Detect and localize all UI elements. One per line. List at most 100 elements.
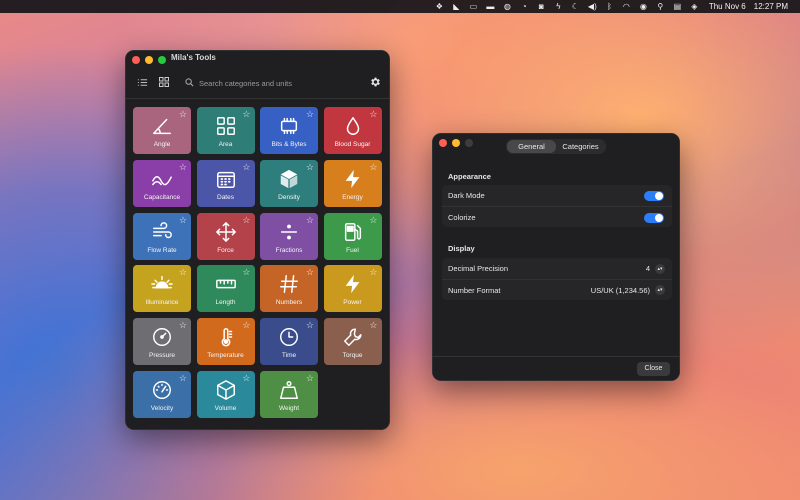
tile-area[interactable]: ☆ Area (196, 107, 255, 154)
tile-energy[interactable]: ☆ Energy (323, 159, 382, 207)
favorite-star-icon[interactable]: ☆ (306, 162, 314, 172)
tile-fractions[interactable]: ☆ Fractions (260, 212, 318, 260)
wrench-icon (342, 326, 364, 348)
favorite-star-icon[interactable]: ☆ (369, 321, 377, 330)
favorite-star-icon[interactable]: ☆ (242, 162, 250, 172)
window-controls (132, 56, 166, 64)
tile-fuel[interactable]: ☆ Fuel (323, 212, 382, 260)
tab-categories[interactable]: Categories (556, 140, 605, 153)
settings-close-window-button[interactable] (439, 139, 447, 147)
decimal-precision-stepper[interactable]: ▴▾ (655, 263, 665, 274)
move-icon (215, 221, 237, 243)
favorite-star-icon[interactable]: ☆ (242, 110, 250, 119)
bolt-icon[interactable]: ϟ (550, 0, 567, 13)
display-section-title: Display (448, 244, 475, 253)
bluetooth-icon[interactable]: ᛒ (601, 0, 618, 13)
wave-icon (151, 168, 173, 190)
number-format-value[interactable]: US/UK (1,234.56) (591, 286, 650, 295)
sync-icon[interactable]: ◍ (499, 0, 516, 13)
o-icon[interactable]: ◙ (533, 0, 550, 13)
favorite-star-icon[interactable]: ☆ (179, 268, 187, 277)
ruler-icon (215, 273, 237, 295)
timer-icon[interactable]: ◔ (516, 0, 533, 13)
tile-force[interactable]: ☆ Force (196, 212, 255, 260)
favorite-star-icon[interactable]: ☆ (242, 268, 250, 277)
number-format-popup-button[interactable]: ▴▾ (655, 285, 665, 295)
close-window-button[interactable] (132, 56, 140, 64)
menu-bar-time[interactable]: 12:27 PM (754, 2, 788, 11)
volume-icon[interactable]: ◀) (584, 0, 601, 13)
favorite-star-icon[interactable]: ☆ (306, 215, 314, 225)
favorite-star-icon[interactable]: ☆ (369, 110, 377, 119)
chart-icon[interactable]: ◣ (448, 0, 465, 13)
tile-label: Angle (153, 141, 171, 148)
favorite-star-icon[interactable]: ☆ (369, 215, 377, 225)
tile-pressure[interactable]: ☆ Pressure (133, 318, 191, 366)
screen-icon[interactable]: ▭ (465, 0, 482, 13)
tab-general[interactable]: General (507, 140, 556, 153)
clock-icon (278, 326, 300, 348)
tile-illuminance[interactable]: ☆ Illuminance (133, 265, 191, 313)
tile-time[interactable]: ☆ Time (260, 318, 318, 366)
favorite-star-icon[interactable]: ☆ (179, 321, 187, 330)
favorite-star-icon[interactable]: ☆ (179, 215, 187, 225)
weight-icon (278, 379, 300, 401)
favorite-star-icon[interactable]: ☆ (242, 321, 250, 330)
favorite-star-icon[interactable]: ☆ (179, 162, 187, 172)
tile-torque[interactable]: ☆ Torque (323, 318, 382, 366)
tile-capacitance[interactable]: ☆ Capacitance (133, 159, 191, 207)
display-icon[interactable]: ▬ (482, 0, 499, 13)
minimize-window-button[interactable] (145, 56, 153, 64)
favorite-star-icon[interactable]: ☆ (369, 162, 377, 172)
menu-bar-date[interactable]: Thu Nov 6 (709, 2, 746, 11)
zoom-window-button[interactable] (158, 56, 166, 64)
grid-view-icon[interactable] (158, 77, 170, 89)
settings-gear-icon[interactable] (369, 76, 381, 90)
favorite-star-icon[interactable]: ☆ (306, 321, 314, 330)
siri-icon[interactable]: ◈ (686, 0, 703, 13)
dark-mode-label: Dark Mode (448, 191, 485, 200)
tile-volume[interactable]: ☆ Volume (196, 370, 255, 418)
favorite-star-icon[interactable]: ☆ (306, 110, 314, 119)
tile-density[interactable]: ☆ Density (260, 159, 318, 207)
list-view-icon[interactable] (136, 77, 148, 89)
tile-angle[interactable]: ☆ Angle (133, 107, 191, 154)
bolt-icon (342, 168, 364, 190)
controls-icon[interactable]: ▤ (669, 0, 686, 13)
tile-label: Flow Rate (147, 246, 177, 254)
close-button[interactable]: Close (637, 362, 670, 376)
favorite-star-icon[interactable]: ☆ (179, 110, 187, 119)
tile-bits-bytes[interactable]: ☆ Bits & Bytes (260, 107, 318, 154)
tile-velocity[interactable]: ☆ Velocity (133, 370, 191, 418)
favorite-star-icon[interactable]: ☆ (242, 373, 250, 383)
search-input[interactable] (199, 78, 355, 88)
dropbox-icon[interactable]: ❖ (431, 0, 448, 13)
favorite-star-icon[interactable]: ☆ (306, 268, 314, 277)
favorite-star-icon[interactable]: ☆ (179, 373, 187, 383)
tile-blood-sugar[interactable]: ☆ Blood Sugar (323, 107, 382, 154)
grid-icon (215, 115, 237, 137)
favorite-star-icon[interactable]: ☆ (242, 215, 250, 225)
tile-label: Volume (214, 404, 237, 412)
tile-label: Blood Sugar (334, 141, 371, 148)
tile-temperature[interactable]: ☆ Temperature (196, 318, 255, 366)
favorite-star-icon[interactable]: ☆ (369, 268, 377, 277)
search-icon[interactable]: ⚲ (652, 0, 669, 13)
user-icon[interactable]: ◉ (635, 0, 652, 13)
dark-mode-toggle[interactable] (644, 191, 664, 201)
colorize-toggle[interactable] (644, 213, 664, 223)
tile-weight[interactable]: ☆ Weight (260, 370, 318, 418)
tile-label: Numbers (275, 299, 303, 307)
tile-numbers[interactable]: ☆ Numbers (260, 265, 318, 313)
thermometer-icon (215, 326, 237, 348)
tile-length[interactable]: ☆ Length (196, 265, 255, 313)
favorite-star-icon[interactable]: ☆ (306, 373, 314, 383)
settings-minimize-window-button[interactable] (452, 139, 460, 147)
tile-dates[interactable]: ☆ Dates (196, 159, 255, 207)
tile-label: Fractions (275, 246, 303, 254)
decimal-precision-value: 4 (645, 264, 650, 273)
tile-flow-rate[interactable]: ☆ Flow Rate (133, 212, 191, 260)
moon-icon[interactable]: ☾ (567, 0, 584, 13)
tile-power[interactable]: ☆ Power (323, 265, 382, 313)
wifi-icon[interactable]: ◠ (618, 0, 635, 13)
